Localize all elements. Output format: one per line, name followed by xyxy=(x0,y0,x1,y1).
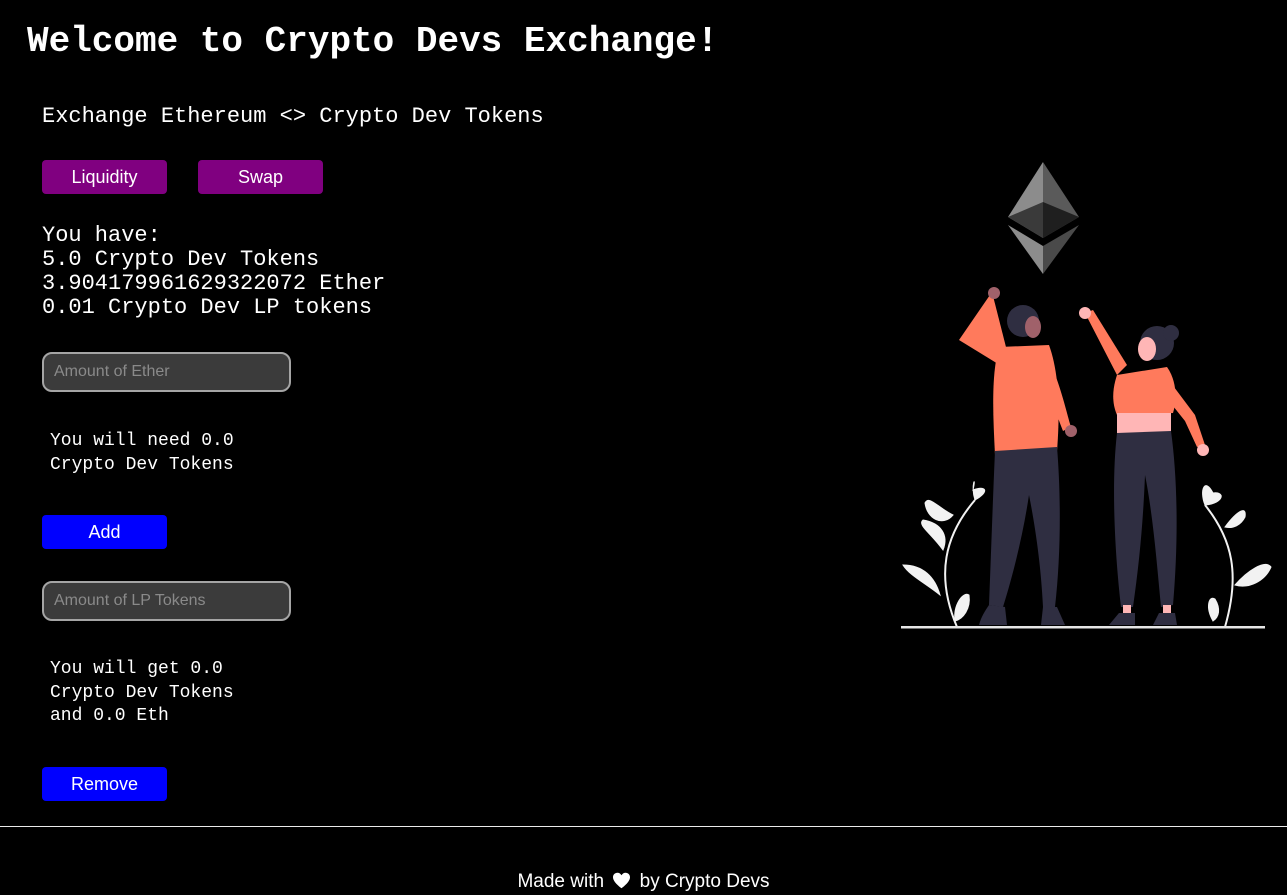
cd-token-balance: 5.0 Crypto Dev Tokens xyxy=(42,247,320,272)
removal-output-line2: Crypto Dev Tokens xyxy=(50,682,234,703)
left-plant-icon xyxy=(902,481,986,628)
remove-liquidity-button[interactable]: Remove xyxy=(42,767,167,801)
swap-tab-button[interactable]: Swap xyxy=(198,160,323,194)
balances-heading: You have: xyxy=(42,223,161,248)
heart-icon xyxy=(613,872,631,889)
ether-amount-input[interactable] xyxy=(42,352,291,392)
right-plant-icon xyxy=(1202,485,1272,628)
footer: Made with by Crypto Devs xyxy=(0,870,1287,894)
footer-prefix: Made with xyxy=(517,871,605,892)
removal-output-line1: You will get 0.0 xyxy=(50,659,223,679)
page-title: Welcome to Crypto Devs Exchange! xyxy=(27,21,719,62)
ether-balance: 3.904179961629322072 Ether xyxy=(42,271,386,296)
balances-panel: You have: 5.0 Crypto Dev Tokens 3.904179… xyxy=(42,224,385,320)
ground-line xyxy=(901,626,1265,629)
needed-tokens-line1: You will need 0.0 xyxy=(50,431,234,451)
lp-amount-input[interactable] xyxy=(42,581,291,621)
ethereum-logo-icon xyxy=(1008,162,1079,274)
needed-tokens-info: You will need 0.0 Crypto Dev Tokens xyxy=(50,430,234,477)
footer-suffix: by Crypto Devs xyxy=(639,871,770,892)
page-subtitle: Exchange Ethereum <> Crypto Dev Tokens xyxy=(42,104,544,129)
page: Welcome to Crypto Devs Exchange! Exchang… xyxy=(0,0,1287,895)
crypto-devs-illustration xyxy=(901,162,1272,629)
man-figure xyxy=(959,287,1077,625)
lp-token-balance: 0.01 Crypto Dev LP tokens xyxy=(42,295,373,320)
footer-divider xyxy=(0,826,1287,827)
removal-output-info: You will get 0.0 Crypto Dev Tokens and 0… xyxy=(50,658,234,729)
add-liquidity-button[interactable]: Add xyxy=(42,515,167,549)
needed-tokens-line2: Crypto Dev Tokens xyxy=(50,454,234,475)
removal-output-line3: and 0.0 Eth xyxy=(50,706,169,726)
woman-figure xyxy=(1079,307,1209,625)
liquidity-tab-button[interactable]: Liquidity xyxy=(42,160,167,194)
